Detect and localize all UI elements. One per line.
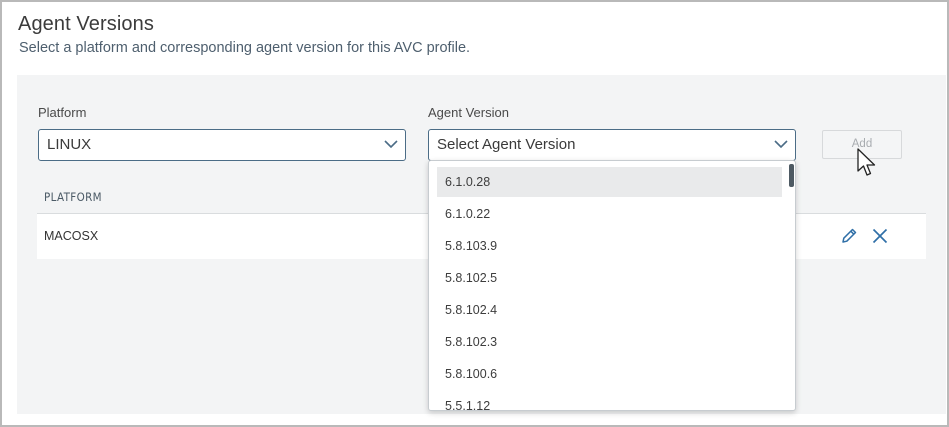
platform-select-value: LINUX [47,136,92,153]
mouse-pointer-icon [857,148,876,176]
chevron-down-icon [774,140,788,149]
dropdown-scrollbar-thumb[interactable] [789,164,794,187]
dropdown-option[interactable]: 5.8.100.6 [437,359,782,389]
chevron-down-icon [384,140,398,149]
dropdown-option[interactable]: 5.8.102.5 [437,263,782,293]
pencil-icon[interactable] [839,226,859,246]
dropdown-option[interactable]: 5.8.102.4 [437,295,782,325]
page-title: Agent Versions [18,13,154,35]
dropdown-option[interactable]: 5.5.1.12 [437,391,782,410]
agent-version-label: Agent Version [428,105,509,120]
platform-select[interactable]: LINUX [38,129,406,161]
agent-version-dropdown[interactable]: 6.1.0.28 6.1.0.22 5.8.103.9 5.8.102.5 5.… [428,160,796,411]
close-icon[interactable] [870,226,890,246]
platform-label: Platform [38,105,87,120]
dropdown-option[interactable]: 6.1.0.28 [437,167,782,197]
dropdown-option[interactable]: 5.8.103.9 [437,231,782,261]
column-header-platform: PLATFORM [44,190,102,204]
dropdown-option[interactable]: 6.1.0.22 [437,199,782,229]
page-subtitle: Select a platform and corresponding agen… [19,40,471,56]
agent-version-select[interactable]: Select Agent Version [428,129,796,161]
row-platform-cell: MACOSX [44,229,99,243]
dropdown-option[interactable]: 5.8.102.3 [437,327,782,357]
agent-version-placeholder: Select Agent Version [437,136,576,153]
